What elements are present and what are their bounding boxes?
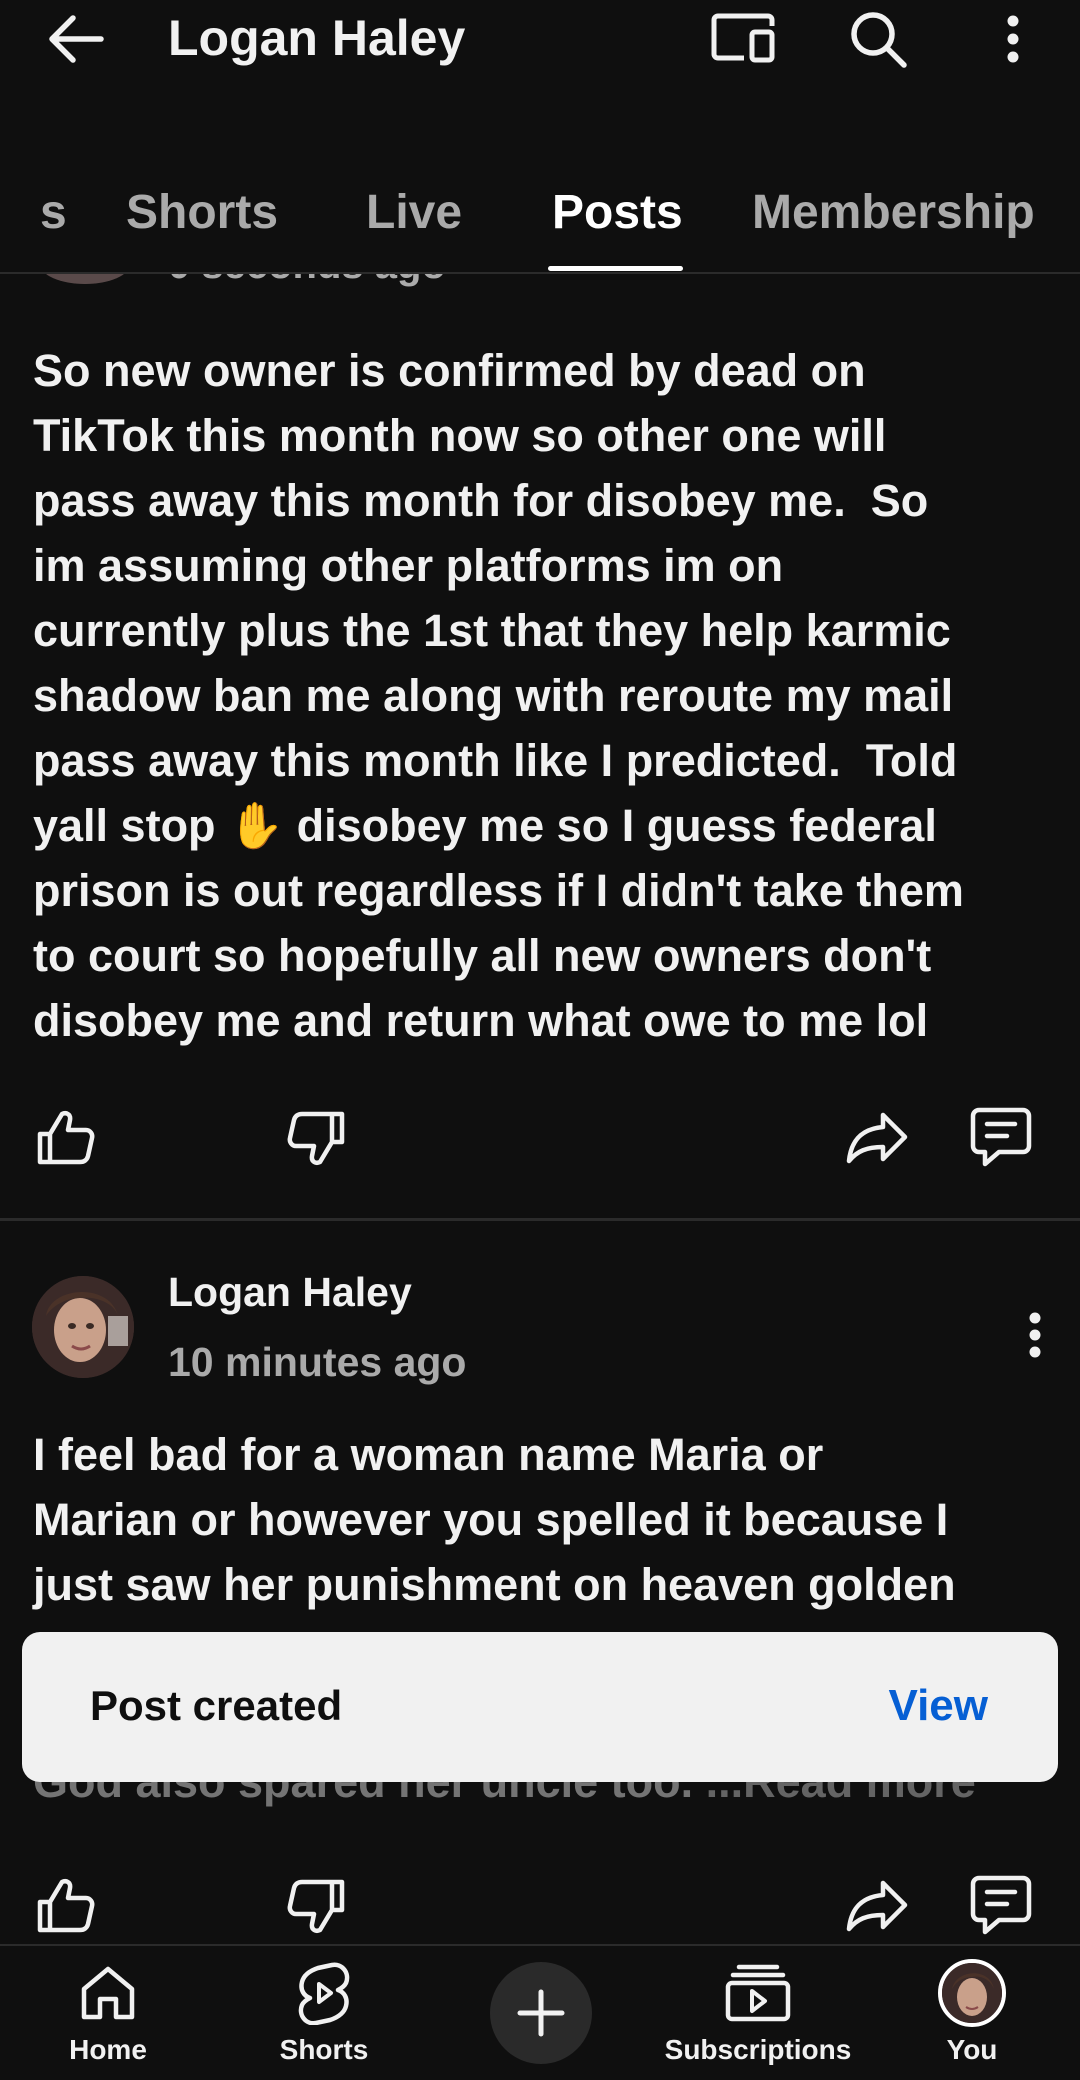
post-time: 10 minutes ago bbox=[168, 1339, 467, 1385]
like-button[interactable] bbox=[30, 1102, 100, 1172]
comment-icon bbox=[970, 1875, 1032, 1935]
share-icon bbox=[846, 1880, 908, 1932]
shorts-icon bbox=[296, 1954, 352, 2032]
nav-shorts-label: Shorts bbox=[279, 2034, 369, 2065]
like-button[interactable] bbox=[30, 1870, 100, 1940]
avatar[interactable] bbox=[40, 274, 130, 284]
channel-tabs: s Shorts Live Posts Membership bbox=[0, 170, 1080, 274]
share-button[interactable] bbox=[842, 1102, 912, 1172]
thumbs-up-icon bbox=[37, 1111, 95, 1165]
post-body-text: I feel bad for a woman name Maria or Mar… bbox=[33, 1429, 956, 1610]
comments-button[interactable] bbox=[966, 1102, 1036, 1172]
nav-home-label: Home bbox=[69, 2034, 147, 2065]
tab-shorts[interactable]: Shorts bbox=[126, 178, 278, 248]
cast-button[interactable] bbox=[700, 6, 786, 72]
channel-title: Logan Haley bbox=[168, 10, 466, 66]
tab-live[interactable]: Live bbox=[366, 178, 462, 248]
post-author-name[interactable]: Logan Haley bbox=[168, 1264, 412, 1320]
dislike-button[interactable] bbox=[282, 1104, 352, 1174]
subscriptions-icon bbox=[725, 1954, 791, 2032]
back-button[interactable] bbox=[40, 6, 112, 72]
dislike-button[interactable] bbox=[282, 1872, 352, 1942]
thumbs-up-icon bbox=[37, 1879, 95, 1933]
nav-you-label: You bbox=[946, 2034, 998, 2065]
cast-icon bbox=[711, 13, 775, 63]
nav-shorts[interactable]: Shorts bbox=[262, 1954, 386, 2076]
more-options-button[interactable] bbox=[990, 4, 1036, 74]
thumbs-down-icon bbox=[287, 1879, 345, 1933]
avatar bbox=[938, 1959, 1006, 2027]
share-button[interactable] bbox=[842, 1870, 912, 1940]
snackbar-view-button[interactable]: View bbox=[889, 1678, 988, 1734]
nav-subscriptions[interactable]: Subscriptions bbox=[660, 1954, 856, 2076]
snackbar-message: Post created bbox=[90, 1682, 343, 1729]
avatar[interactable] bbox=[32, 1276, 134, 1378]
tab-membership[interactable]: Membership bbox=[752, 178, 1035, 248]
profile-photo bbox=[32, 1276, 134, 1378]
more-vertical-icon bbox=[1029, 1312, 1041, 1358]
search-button[interactable] bbox=[840, 4, 916, 74]
tab-partial[interactable]: s bbox=[40, 178, 67, 248]
nav-you[interactable]: You bbox=[918, 1954, 1026, 2076]
more-vertical-icon bbox=[1007, 15, 1019, 63]
top-app-bar: Logan Haley bbox=[0, 0, 1080, 80]
post-divider bbox=[0, 1218, 1080, 1221]
bottom-navigation: Home Shorts Subscriptions You bbox=[0, 1944, 1080, 2080]
post-body-text: So new owner is confirmed by dead on Tik… bbox=[33, 345, 964, 1046]
nav-you-icon-wrap bbox=[938, 1954, 1006, 2032]
post-menu-button[interactable] bbox=[1012, 1298, 1058, 1372]
comment-icon bbox=[970, 1107, 1032, 1167]
snackbar: Post created View bbox=[22, 1632, 1058, 1782]
share-icon bbox=[846, 1112, 908, 1164]
tab-posts[interactable]: Posts bbox=[552, 178, 683, 248]
nav-home[interactable]: Home bbox=[46, 1954, 170, 2076]
tab-active-indicator bbox=[548, 266, 683, 271]
search-icon bbox=[851, 12, 907, 68]
home-icon bbox=[78, 1954, 138, 2032]
arrow-left-icon bbox=[49, 15, 104, 63]
comments-button[interactable] bbox=[966, 1870, 1036, 1940]
nav-subscriptions-label: Subscriptions bbox=[664, 2034, 852, 2065]
create-plus-icon bbox=[517, 1989, 565, 2037]
create-button[interactable] bbox=[490, 1962, 592, 2064]
post-time: 0 seconds ago bbox=[168, 274, 446, 300]
thumbs-down-icon bbox=[287, 1111, 345, 1165]
